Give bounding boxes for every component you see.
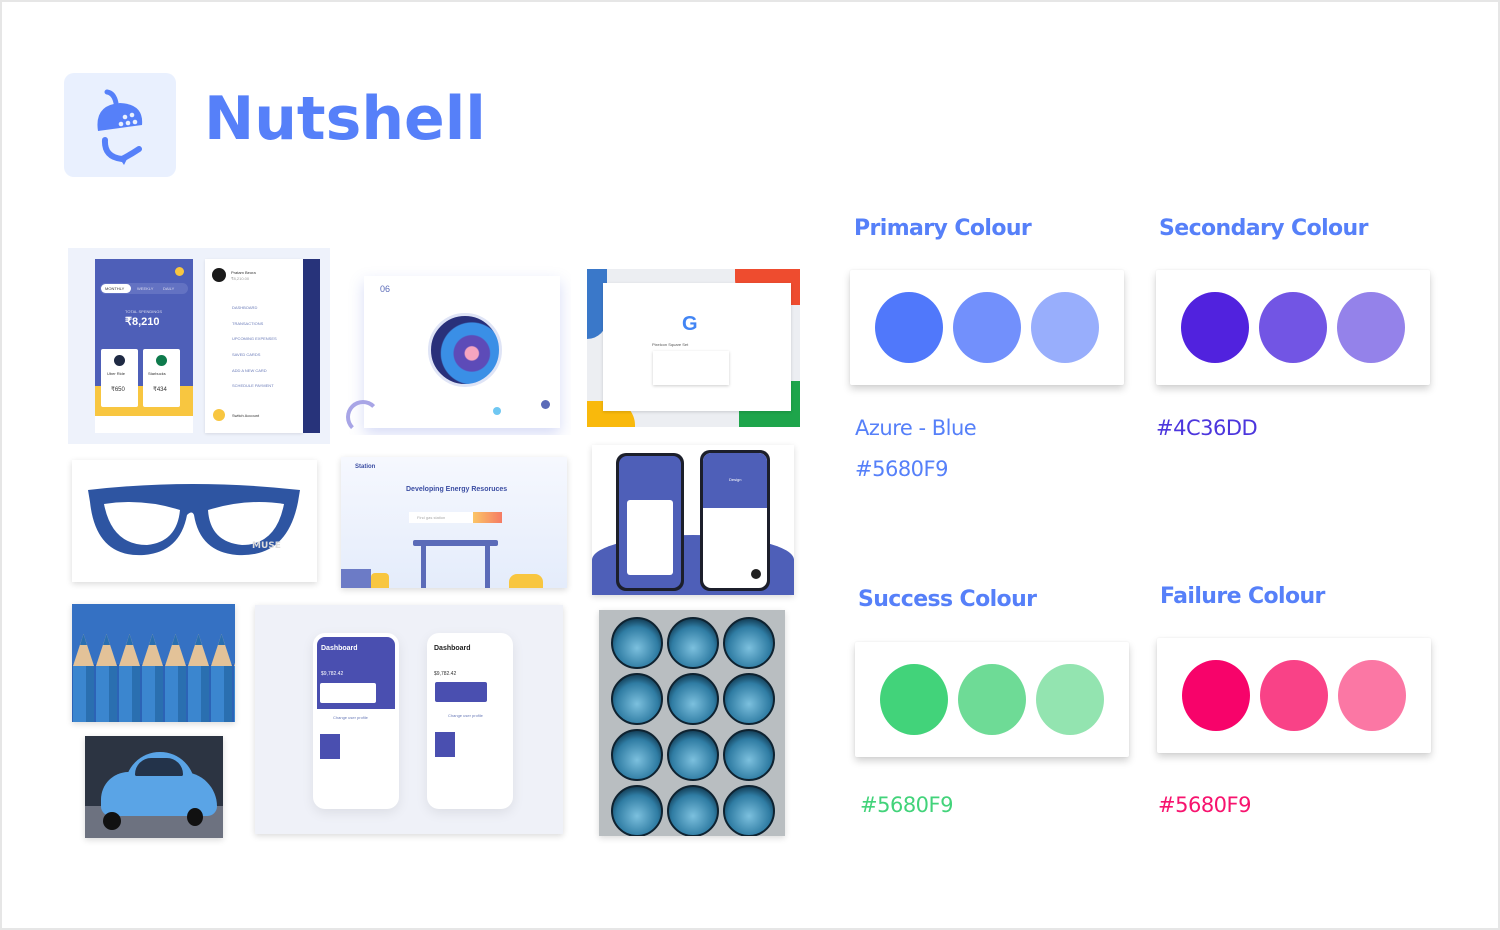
failure-swatch-2	[1260, 660, 1328, 731]
secondary-colour-title: Secondary Colour	[1159, 216, 1368, 241]
success-swatch-3	[1036, 664, 1104, 735]
secondary-swatch-3	[1337, 292, 1405, 363]
moodboard-task-app: Design	[592, 445, 794, 595]
secondary-swatch-1	[1181, 292, 1249, 363]
secondary-colour-hex: #4C36DD	[1156, 416, 1258, 440]
success-colour-title: Success Colour	[858, 587, 1037, 612]
moodboard-space-calendar: 06	[346, 260, 571, 435]
primary-swatch-2	[953, 292, 1021, 363]
logo-tile	[64, 73, 176, 177]
moodboard-beetle	[85, 736, 223, 838]
secondary-swatch-card	[1156, 270, 1430, 385]
failure-swatch-card	[1157, 638, 1431, 753]
moodboard-eggs	[599, 610, 785, 836]
svg-text:MUSE: MUSE	[252, 541, 281, 551]
moodboard-google-search: G Pixelcon Square Set	[587, 269, 800, 427]
primary-colour-hex: #5680F9	[855, 457, 948, 481]
failure-swatch-3	[1338, 660, 1406, 731]
primary-swatch-card	[850, 270, 1124, 385]
primary-swatch-3	[1031, 292, 1099, 363]
success-colour-hex: #5680F9	[860, 793, 953, 817]
primary-swatch-1	[875, 292, 943, 363]
failure-colour-hex: #5680F9	[1158, 793, 1251, 817]
brand-guide-page: Nutshell MONTHLY WEEKLY DAILY TOTAL SPEN…	[2, 2, 1498, 928]
moodboard-station-landing: Station Developing Energy Resoruces Find…	[341, 457, 567, 588]
success-swatch-2	[958, 664, 1026, 735]
moodboard-glasses: MUSE	[72, 460, 317, 582]
success-swatch-1	[880, 664, 948, 735]
failure-colour-title: Failure Colour	[1160, 584, 1325, 609]
moodboard-spendings-app: MONTHLY WEEKLY DAILY TOTAL SPENDINGS ₹8,…	[68, 248, 330, 444]
acorn-icon	[97, 89, 143, 165]
primary-colour-title: Primary Colour	[854, 216, 1032, 241]
secondary-swatch-2	[1259, 292, 1327, 363]
moodboard-pencils	[72, 604, 235, 722]
failure-swatch-1	[1182, 660, 1250, 731]
moodboard-dashboard-app: Dashboard $9,782.42 Change user profile …	[255, 605, 563, 834]
success-swatch-card	[855, 642, 1129, 757]
brand-name: Nutshell	[204, 84, 486, 154]
primary-colour-name: Azure - Blue	[855, 416, 977, 440]
